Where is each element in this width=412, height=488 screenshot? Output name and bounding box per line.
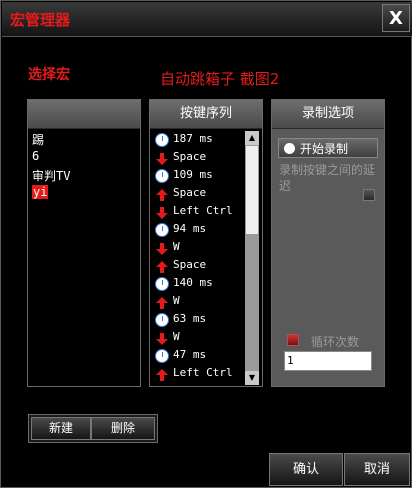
macro-item-selected[interactable]: yi (32, 185, 49, 199)
title-bar: 宏管理器 X (2, 2, 412, 37)
key-sequence-text: 109 ms (173, 168, 213, 181)
key-sequence-text: W (173, 294, 180, 307)
scroll-up-arrow[interactable]: ▲ (245, 131, 259, 145)
scroll-down-arrow[interactable]: ▼ (245, 371, 259, 385)
new-button[interactable]: 新建 (31, 417, 91, 440)
key-sequence-row[interactable]: 187 ms (155, 131, 245, 149)
loop-count-input[interactable]: 1 (284, 351, 372, 371)
scroll-thumb[interactable] (246, 146, 258, 234)
loop-count-label: 循环次数 (311, 335, 360, 349)
macro-title: 自动跳箱子 截图2 (160, 70, 280, 88)
clock-icon (155, 313, 169, 327)
key-sequence-text: Space (173, 150, 207, 163)
record-options-header: 录制选项 (272, 100, 384, 129)
close-button[interactable]: X (382, 4, 410, 32)
key-down-icon (155, 151, 169, 165)
macro-list-header (28, 100, 140, 129)
record-dot-icon (284, 143, 295, 154)
key-up-icon (155, 259, 169, 273)
key-sequence-text: Space (173, 186, 207, 199)
key-sequence-row[interactable]: 63 ms (155, 311, 245, 329)
clock-icon (155, 349, 169, 363)
key-sequence-row[interactable]: Space (155, 185, 245, 203)
key-sequence-text: Space (173, 258, 207, 271)
key-sequence-text: 187 ms (173, 132, 213, 145)
key-sequence-row[interactable]: Left Ctrl (155, 365, 245, 383)
key-sequence-row[interactable]: Space (155, 149, 245, 167)
clock-icon (155, 223, 169, 237)
key-up-icon (155, 187, 169, 201)
key-sequence-row[interactable]: 47 ms (155, 347, 245, 365)
key-sequence-row[interactable]: W (155, 329, 245, 347)
clock-icon (155, 169, 169, 183)
key-down-icon (155, 241, 169, 255)
delete-button[interactable]: 删除 (91, 417, 155, 440)
cancel-button[interactable]: 取消 (344, 453, 410, 486)
key-sequence-text: 140 ms (173, 276, 213, 289)
window-title: 宏管理器 (10, 11, 71, 29)
key-sequence-text: Left Ctrl (173, 366, 233, 379)
key-sequence-text: W (173, 330, 180, 343)
key-sequence-scrollbar[interactable]: ▲ ▼ (245, 131, 259, 385)
key-sequence-row[interactable]: W (155, 239, 245, 257)
key-sequence-text: 94 ms (173, 222, 207, 235)
key-sequence-text: Left Ctrl (173, 204, 233, 217)
record-delay-checkbox[interactable] (363, 189, 375, 201)
key-down-icon (155, 331, 169, 345)
macro-item[interactable]: 踢 (32, 131, 44, 148)
key-sequence-row[interactable]: Left Ctrl (155, 203, 245, 221)
key-sequence-list: 187 ms Space 109 ms Space Left Ctrl 94 ms W Spa… (155, 131, 245, 385)
key-sequence-row[interactable]: 109 ms (155, 167, 245, 185)
key-sequence-row[interactable]: Space (155, 257, 245, 275)
macro-item[interactable]: 6 (32, 149, 39, 163)
loop-count-checkbox[interactable] (287, 334, 299, 346)
select-macro-label: 选择宏 (28, 67, 70, 83)
start-record-button[interactable]: 开始录制 (278, 138, 378, 158)
clock-icon (155, 277, 169, 291)
key-sequence-text: 47 ms (173, 348, 207, 361)
key-up-icon (155, 295, 169, 309)
key-sequence-text: W (173, 240, 180, 253)
clock-icon (155, 133, 169, 147)
macro-item[interactable]: 审判TV (32, 167, 70, 184)
start-record-label: 开始录制 (300, 142, 349, 156)
macro-list-panel: 踢 6 审判TV yi (27, 99, 141, 387)
key-sequence-row[interactable]: 140 ms (155, 275, 245, 293)
key-sequence-text: 63 ms (173, 312, 207, 325)
key-up-icon (155, 367, 169, 381)
confirm-button[interactable]: 确认 (269, 453, 343, 486)
key-sequence-row[interactable]: 94 ms (155, 221, 245, 239)
key-down-icon (155, 205, 169, 219)
key-sequence-row[interactable]: W (155, 293, 245, 311)
key-sequence-header: 按键序列 (150, 100, 262, 129)
